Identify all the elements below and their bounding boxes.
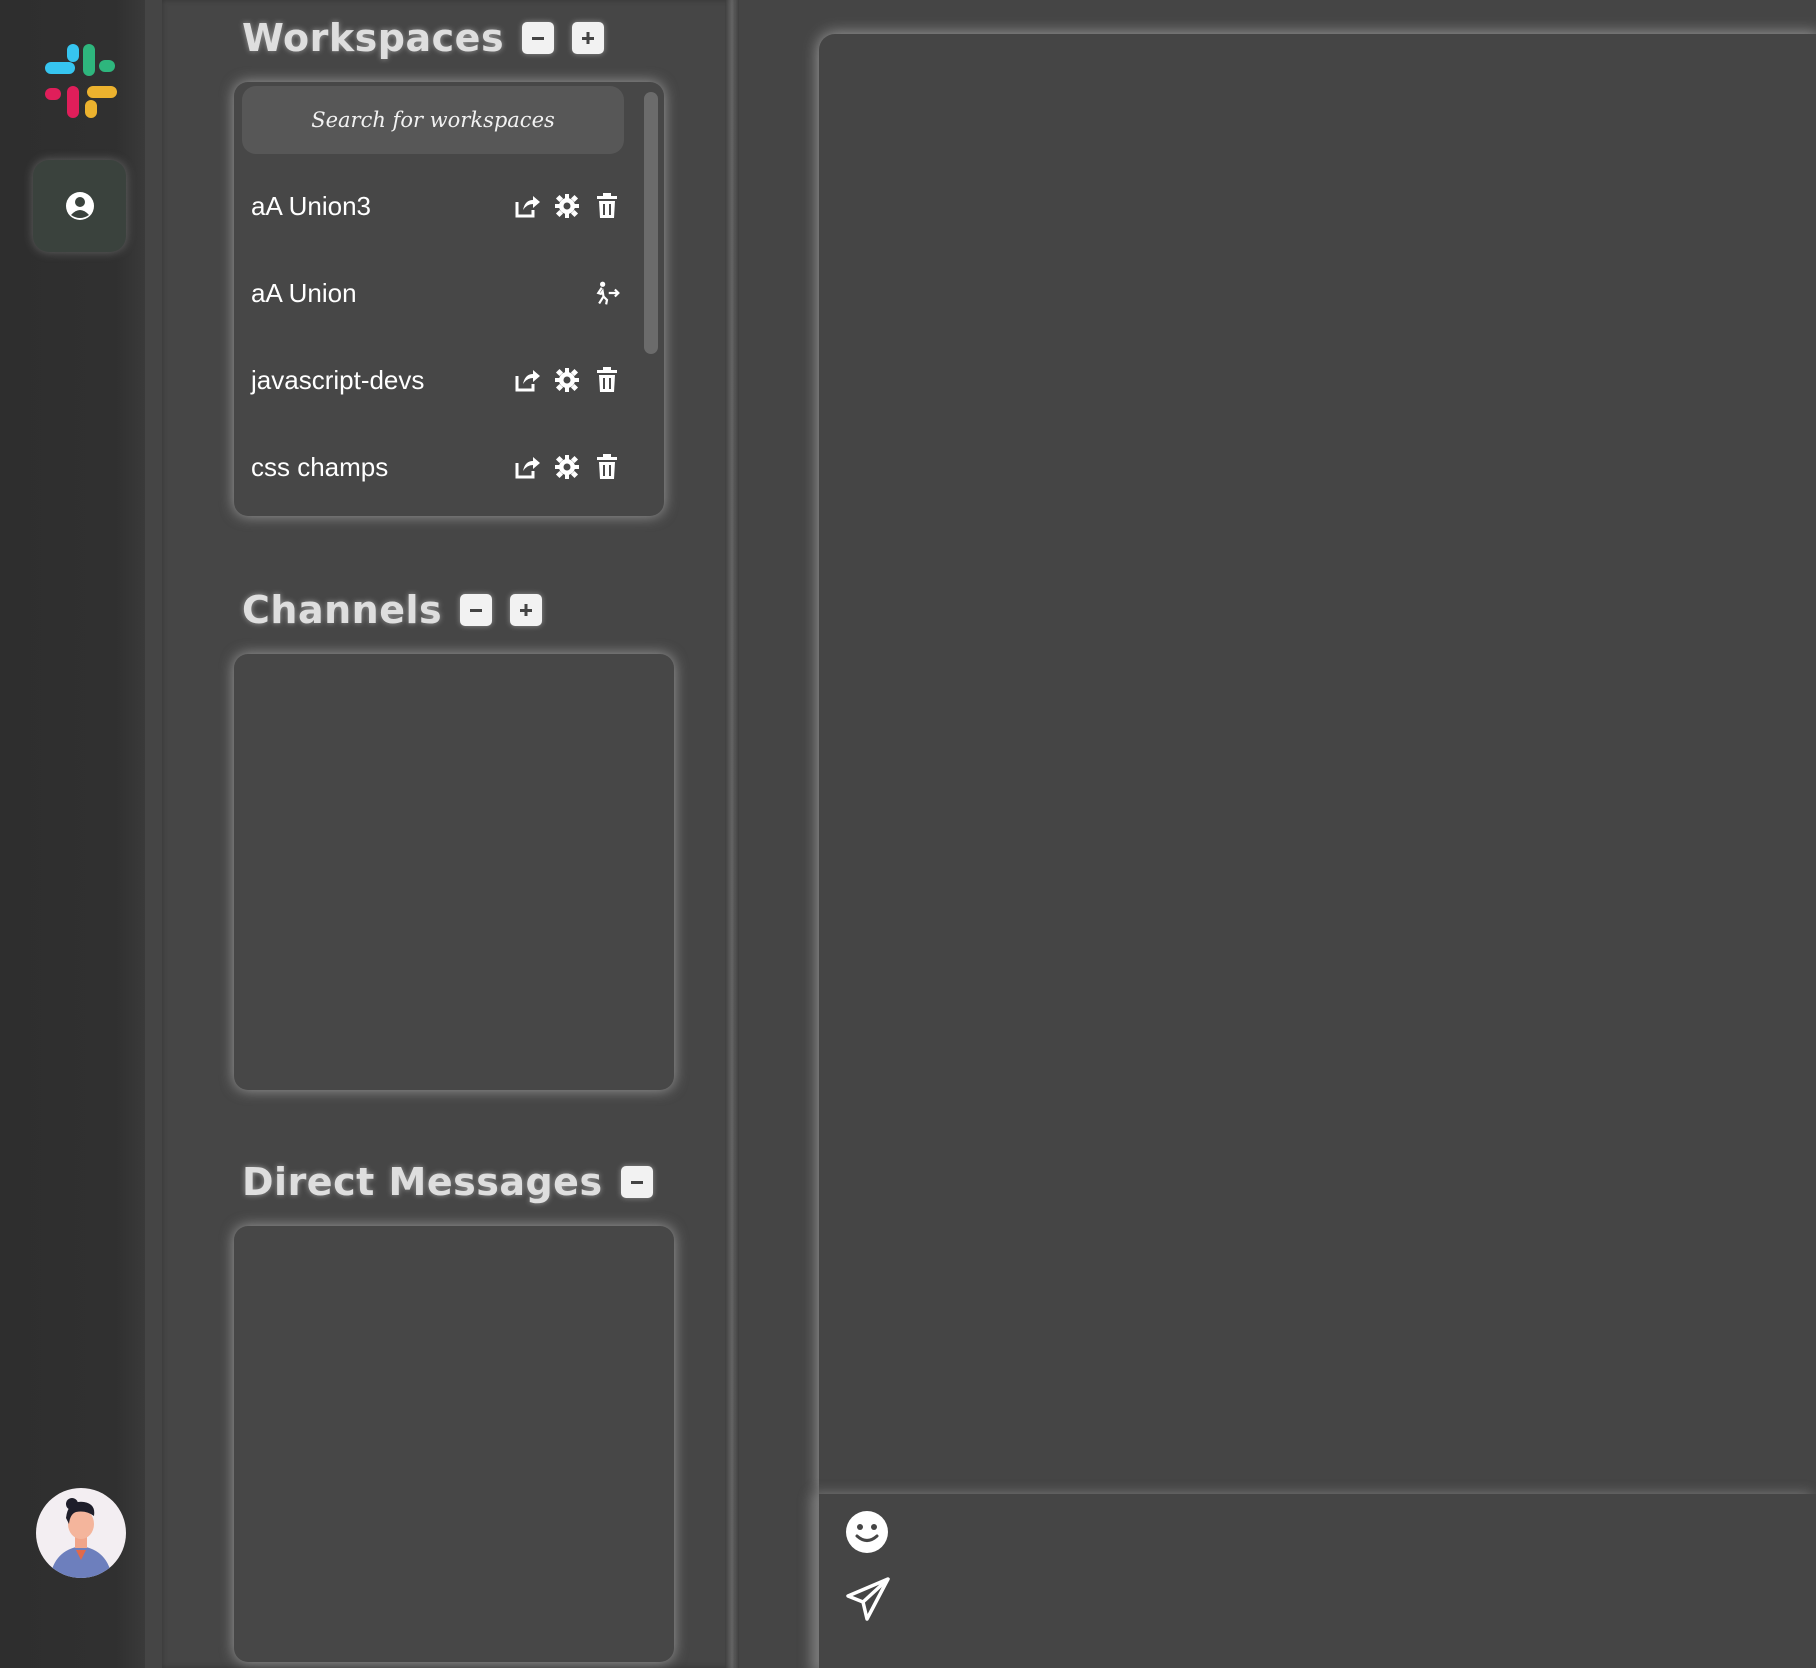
channels-panel	[234, 654, 674, 1090]
plus-icon	[582, 32, 595, 44]
plus-icon	[520, 604, 533, 616]
share-icon[interactable]	[513, 192, 541, 220]
direct-messages-panel	[234, 1226, 674, 1662]
workspaces-title: Workspaces	[242, 16, 505, 60]
collapse-workspaces-button[interactable]	[522, 22, 555, 54]
gear-icon[interactable]	[553, 366, 581, 394]
minus-icon	[630, 1181, 643, 1184]
workspaces-panel: aA Union3 aA Union	[234, 82, 664, 516]
direct-messages-title: Direct Messages	[242, 1160, 603, 1204]
minus-icon	[470, 609, 483, 612]
left-rail	[0, 0, 145, 1668]
workspace-item[interactable]: aA Union3	[251, 176, 621, 236]
avatar-illustration	[50, 1498, 112, 1578]
workspaces-scrollbar[interactable]	[644, 92, 658, 354]
workspace-name: aA Union	[251, 277, 357, 308]
direct-messages-header: Direct Messages	[242, 1160, 653, 1204]
user-avatar[interactable]	[36, 1488, 126, 1578]
workspace-actions	[513, 192, 621, 220]
workspace-item[interactable]: javascript-devs	[251, 350, 621, 410]
gear-icon[interactable]	[553, 453, 581, 481]
smiley-icon[interactable]	[845, 1510, 889, 1558]
sidebar: Workspaces aA Union3	[162, 0, 735, 1668]
trash-icon[interactable]	[593, 192, 621, 220]
workspace-name: css champs	[251, 451, 389, 482]
workspace-name: aA Union3	[251, 190, 371, 221]
share-icon[interactable]	[513, 453, 541, 481]
paper-plane-icon[interactable]	[845, 1576, 891, 1626]
message-area	[819, 34, 1816, 1494]
slack-logo-icon[interactable]	[39, 40, 123, 124]
channels-header: Channels	[242, 588, 543, 632]
minus-icon	[532, 37, 545, 40]
workspace-search-input[interactable]	[242, 86, 624, 154]
workspace-item[interactable]: aA Union	[251, 263, 621, 323]
workspace-actions	[513, 366, 621, 394]
workspace-name: javascript-devs	[251, 364, 425, 395]
channels-title: Channels	[242, 588, 443, 632]
message-composer	[819, 1494, 1816, 1668]
column-divider	[725, 0, 739, 1668]
add-workspace-button[interactable]	[572, 22, 605, 54]
collapse-channels-button[interactable]	[460, 594, 493, 626]
app-root: Workspaces aA Union3	[0, 0, 1816, 1668]
trash-icon[interactable]	[593, 366, 621, 394]
collapse-direct-messages-button[interactable]	[620, 1166, 653, 1198]
workspace-actions	[513, 453, 621, 481]
workspace-actions	[593, 279, 621, 307]
trash-icon[interactable]	[593, 453, 621, 481]
profile-button[interactable]	[33, 160, 126, 252]
workspace-item[interactable]: css champs	[251, 437, 621, 497]
leave-icon[interactable]	[593, 279, 621, 307]
share-icon[interactable]	[513, 366, 541, 394]
add-channel-button[interactable]	[510, 594, 543, 626]
gear-icon[interactable]	[553, 192, 581, 220]
workspaces-header: Workspaces	[242, 16, 605, 60]
user-circle-icon	[65, 192, 94, 220]
